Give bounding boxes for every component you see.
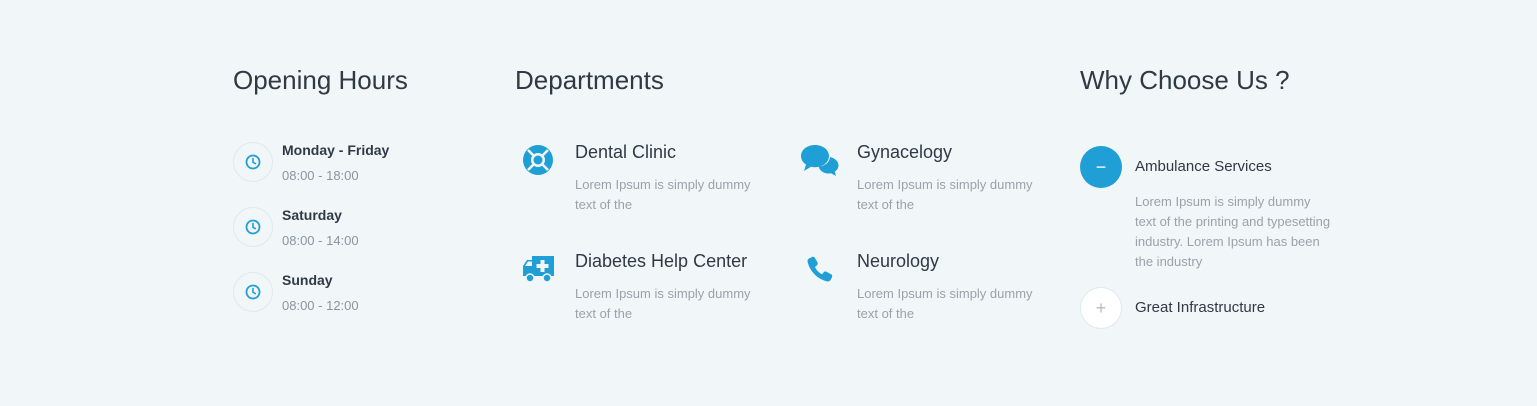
department-item[interactable]: Gynacelogy Lorem Ipsum is simply dummy t… xyxy=(800,142,1040,222)
department-item[interactable]: Diabetes Help Center Lorem Ipsum is simp… xyxy=(520,251,760,331)
department-title: Neurology xyxy=(857,251,940,271)
department-item[interactable]: Neurology Lorem Ipsum is simply dummy te… xyxy=(800,251,1040,331)
department-item[interactable]: Dental Clinic Lorem Ipsum is simply dumm… xyxy=(520,142,760,222)
phone-icon xyxy=(800,251,840,287)
department-title: Dental Clinic xyxy=(575,142,677,162)
hours-time: 08:00 - 18:00 xyxy=(282,168,359,183)
hours-time: 08:00 - 12:00 xyxy=(282,298,359,313)
accordion-title[interactable]: Great Infrastructure xyxy=(1135,299,1265,316)
chat-bubbles-icon xyxy=(800,142,840,178)
accordion-desc: Lorem Ipsum is simply dummy text of the … xyxy=(1135,194,1331,269)
lifebuoy-icon xyxy=(520,142,556,178)
ambulance-icon xyxy=(520,251,556,287)
clock-icon xyxy=(233,207,273,247)
hours-day: Saturday xyxy=(282,207,342,223)
hours-item: Saturday 08:00 - 14:00 xyxy=(233,207,463,263)
expand-toggle-button[interactable]: + xyxy=(1080,287,1122,329)
hours-day: Sunday xyxy=(282,272,333,288)
department-desc: Lorem Ipsum is simply dummy text of the xyxy=(857,177,1033,212)
hours-item: Monday - Friday 08:00 - 18:00 xyxy=(233,142,463,198)
hours-time: 08:00 - 14:00 xyxy=(282,233,359,248)
why-choose-us-section: Why Choose Us ? − Ambulance Services Lor… xyxy=(1080,0,1380,406)
hours-item: Sunday 08:00 - 12:00 xyxy=(233,272,463,328)
clock-icon xyxy=(233,272,273,312)
department-desc: Lorem Ipsum is simply dummy text of the xyxy=(575,286,751,321)
opening-hours-heading: Opening Hours xyxy=(233,65,408,95)
department-desc: Lorem Ipsum is simply dummy text of the xyxy=(575,177,751,212)
department-desc: Lorem Ipsum is simply dummy text of the xyxy=(857,286,1033,321)
why-choose-us-heading: Why Choose Us ? xyxy=(1080,65,1290,95)
accordion-title[interactable]: Ambulance Services xyxy=(1135,158,1272,175)
opening-hours-section: Opening Hours Monday - Friday 08:00 - 18… xyxy=(233,0,483,406)
clock-icon xyxy=(233,142,273,182)
department-title: Diabetes Help Center xyxy=(575,251,748,271)
collapse-toggle-button[interactable]: − xyxy=(1080,146,1122,188)
department-title: Gynacelogy xyxy=(857,142,953,162)
hours-day: Monday - Friday xyxy=(282,142,390,158)
departments-heading: Departments xyxy=(515,65,664,95)
departments-section: Departments Dental Clinic Lorem Ipsum is… xyxy=(515,0,1055,406)
